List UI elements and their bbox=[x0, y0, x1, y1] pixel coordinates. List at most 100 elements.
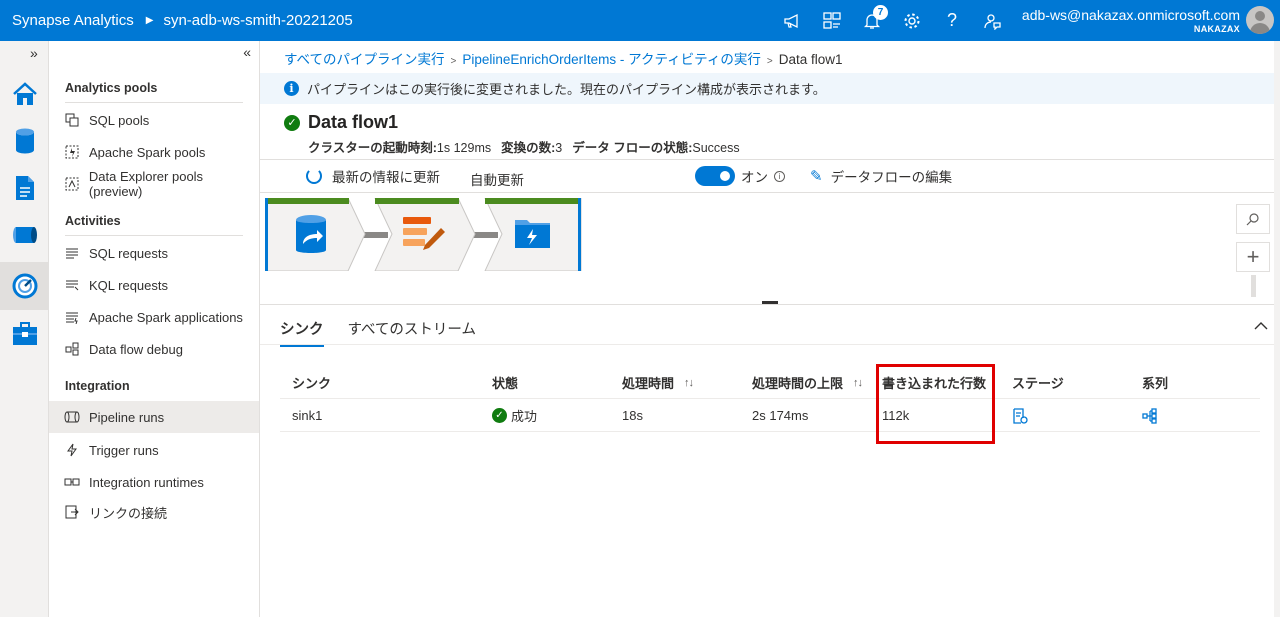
info-icon[interactable]: i bbox=[774, 170, 785, 182]
nav-item-dataflow-debug[interactable]: Data flow debug bbox=[49, 333, 259, 365]
cell-sink: sink1 bbox=[292, 408, 323, 423]
sql-pools-icon bbox=[64, 112, 80, 128]
nav-item-label: Pipeline runs bbox=[89, 409, 165, 425]
sort-icon[interactable]: ↑↓ bbox=[684, 377, 694, 389]
status-label: 成功 bbox=[511, 409, 538, 424]
refresh-label: 最新の情報に更新 bbox=[332, 170, 440, 185]
nav-item-label: リンクの接続 bbox=[89, 505, 168, 521]
monitor-icon[interactable] bbox=[0, 262, 49, 310]
help-icon[interactable]: ? bbox=[932, 0, 972, 41]
link-connections-icon bbox=[64, 504, 80, 520]
integrate-icon[interactable] bbox=[0, 212, 49, 258]
transform-count-value: 3 bbox=[555, 141, 563, 155]
nav-item-pipeline-runs[interactable]: Pipeline runs bbox=[49, 401, 259, 433]
tab-sink[interactable]: シンク bbox=[280, 317, 324, 347]
account-email: adb-ws@nakazax.onmicrosoft.com bbox=[1021, 7, 1240, 23]
col-status: 状態 bbox=[492, 376, 519, 391]
left-rail: » bbox=[0, 41, 49, 617]
lineage-icon[interactable] bbox=[1142, 399, 1158, 432]
auto-refresh-toggle[interactable]: オン i bbox=[695, 166, 785, 186]
megaphone-icon[interactable] bbox=[772, 0, 812, 41]
chevron-right-icon: ▶ bbox=[145, 15, 154, 26]
zoom-search-button[interactable] bbox=[1236, 204, 1270, 234]
zoom-slider[interactable] bbox=[1251, 275, 1256, 297]
source-node[interactable] bbox=[265, 198, 366, 271]
plus-icon: + bbox=[1246, 244, 1260, 269]
brand-title[interactable]: Synapse Analytics bbox=[12, 12, 134, 29]
col-processing-time-label: 処理時間 bbox=[622, 376, 675, 391]
develop-icon[interactable] bbox=[0, 165, 49, 211]
search-icon bbox=[1246, 213, 1259, 226]
dataflow-graph bbox=[265, 198, 582, 271]
top-bar: Synapse Analytics ▶ syn-adb-ws-smith-202… bbox=[0, 0, 1280, 41]
data-icon[interactable] bbox=[0, 118, 49, 164]
workspace-name[interactable]: syn-adb-ws-smith-20221205 bbox=[163, 12, 352, 29]
col-sink: シンク bbox=[292, 376, 332, 391]
nav-item-kql-requests[interactable]: KQL requests bbox=[49, 269, 259, 301]
col-processing-time-max[interactable]: 処理時間の上限 ↑↓ bbox=[752, 366, 863, 399]
nav-item-link-connections[interactable]: リンクの接続 bbox=[49, 496, 259, 528]
breadcrumb-link-all-runs[interactable]: すべてのパイプライン実行 bbox=[284, 52, 445, 67]
vertical-scrollbar[interactable] bbox=[1274, 41, 1280, 617]
toggle-switch[interactable] bbox=[695, 166, 735, 186]
nav-item-integration-runtimes[interactable]: Integration runtimes bbox=[49, 466, 259, 498]
sink-table: シンク 状態 処理時間 ↑↓ 処理時間の上限 ↑↓ 書き込まれた行数 ステージ 系列… bbox=[280, 366, 1260, 432]
home-icon[interactable] bbox=[0, 71, 49, 117]
monitor-nav: « Analytics pools SQL pools Apache Spark… bbox=[49, 41, 260, 617]
section-divider bbox=[65, 235, 243, 236]
nav-item-label: SQL pools bbox=[89, 112, 150, 128]
chevron-right-icon: > bbox=[766, 56, 773, 67]
nav-item-label: KQL requests bbox=[89, 277, 169, 293]
chevron-right-icon: > bbox=[450, 56, 457, 67]
topbar-icons: 7 ? bbox=[772, 0, 1012, 41]
edit-dataflow-label: データフローの編集 bbox=[830, 170, 953, 185]
divider bbox=[260, 304, 1280, 305]
dataflow-canvas[interactable]: + bbox=[260, 193, 1280, 305]
chevron-up-icon[interactable] bbox=[1254, 320, 1268, 334]
page-title: Data flow1 bbox=[308, 112, 399, 132]
expand-icon[interactable]: » bbox=[30, 45, 38, 61]
breadcrumb: すべてのパイプライン実行 > PipelineEnrichOrderItems - … bbox=[284, 48, 843, 68]
gear-icon[interactable] bbox=[892, 0, 932, 41]
refresh-button[interactable]: 最新の情報に更新 bbox=[306, 166, 440, 186]
stage-details-icon[interactable] bbox=[1012, 399, 1028, 432]
kql-requests-icon bbox=[64, 277, 80, 293]
manage-icon[interactable] bbox=[0, 311, 49, 357]
col-stage: ステージ bbox=[1012, 376, 1064, 391]
account-info[interactable]: adb-ws@nakazax.onmicrosoft.com NAKAZAX bbox=[1022, 7, 1240, 35]
dataflow-state-label: データ フローの状態: bbox=[572, 141, 693, 155]
page-title-row: ✓ Data flow1 bbox=[284, 112, 398, 133]
nav-item-data-explorer-pools[interactable]: Data Explorer pools (preview) bbox=[49, 168, 259, 200]
transform-count-label: 変換の数: bbox=[501, 141, 556, 155]
col-lineage: 系列 bbox=[1142, 376, 1169, 391]
pencil-icon: ✎ bbox=[810, 168, 823, 185]
collapse-icon[interactable]: « bbox=[243, 44, 251, 60]
success-check-icon: ✓ bbox=[284, 114, 300, 131]
toolbar: 最新の情報に更新 自動更新 オン i ✎ データフローの編集 bbox=[260, 160, 1280, 192]
zoom-in-button[interactable]: + bbox=[1236, 242, 1270, 272]
tab-all-streams[interactable]: すべてのストリーム bbox=[348, 317, 476, 347]
section-divider bbox=[65, 102, 243, 103]
nav-item-sql-requests[interactable]: SQL requests bbox=[49, 237, 259, 269]
nav-item-label: Trigger runs bbox=[89, 442, 159, 458]
breadcrumb-link-activity-runs[interactable]: PipelineEnrichOrderItems - アクティビティの実行 bbox=[462, 52, 761, 67]
nav-item-sql-pools[interactable]: SQL pools bbox=[49, 104, 259, 136]
nav-item-trigger-runs[interactable]: Trigger runs bbox=[49, 434, 259, 466]
dataflow-debug-icon bbox=[64, 341, 80, 357]
feedback-icon[interactable] bbox=[972, 0, 1012, 41]
nav-item-spark-applications[interactable]: Apache Spark applications bbox=[49, 301, 259, 333]
directory-icon[interactable] bbox=[812, 0, 852, 41]
nav-item-spark-pools[interactable]: Apache Spark pools bbox=[49, 136, 259, 168]
bell-icon[interactable]: 7 bbox=[852, 0, 892, 41]
divider bbox=[260, 344, 1280, 345]
avatar[interactable] bbox=[1246, 6, 1274, 34]
nav-item-label: SQL requests bbox=[89, 245, 169, 261]
col-processing-time[interactable]: 処理時間 ↑↓ bbox=[622, 366, 694, 399]
transform-node[interactable] bbox=[374, 198, 476, 271]
nav-item-label: Integration runtimes bbox=[89, 474, 204, 490]
sort-icon[interactable]: ↑↓ bbox=[853, 377, 863, 389]
edit-dataflow-button[interactable]: ✎ データフローの編集 bbox=[810, 166, 952, 186]
info-icon: i bbox=[284, 81, 299, 96]
sink-node[interactable] bbox=[484, 198, 582, 271]
table-row[interactable]: sink1 ✓ 成功 18s 2s 174ms 112k bbox=[280, 399, 1260, 432]
